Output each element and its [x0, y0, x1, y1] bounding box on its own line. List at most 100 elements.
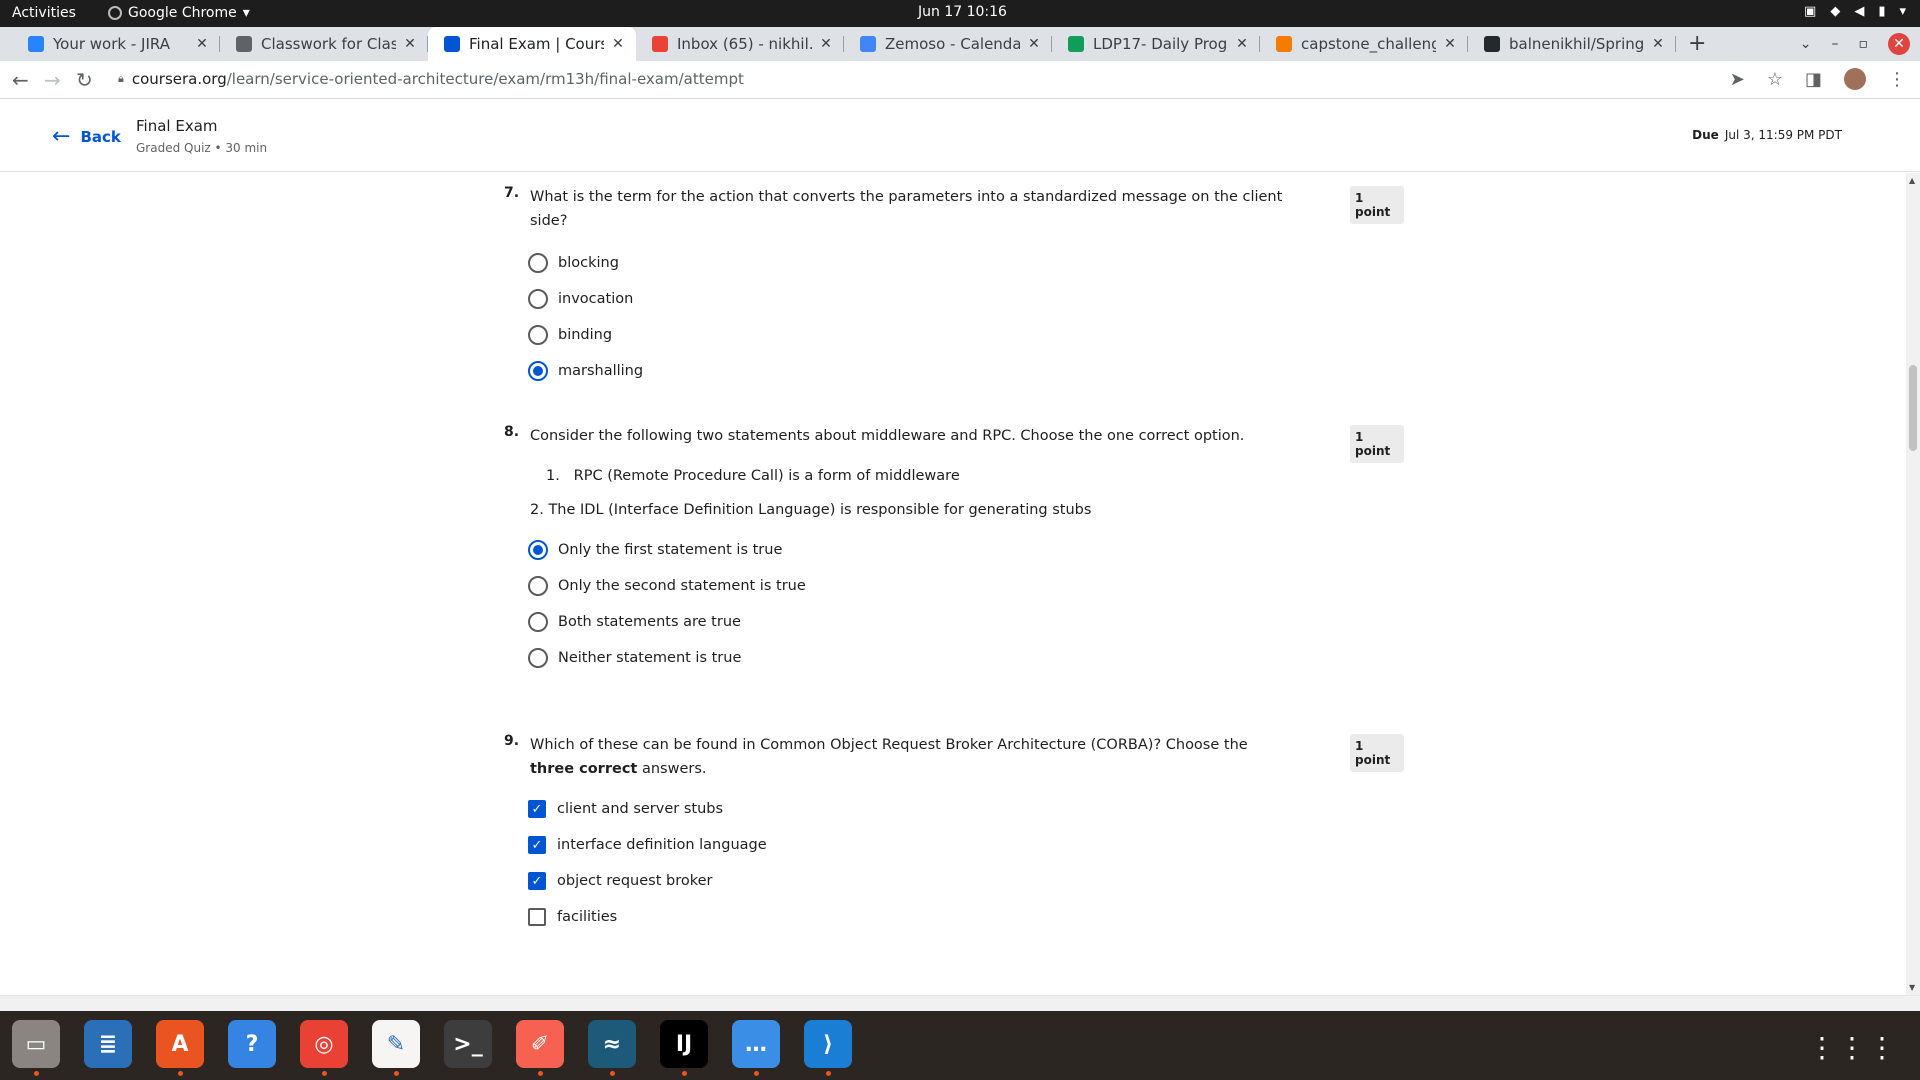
- due-label: Due: [1692, 128, 1719, 142]
- address-bar[interactable]: 🔒︎ coursera.org/learn/service-oriented-a…: [118, 70, 744, 88]
- running-indicator: [394, 1071, 399, 1076]
- browser-tab[interactable]: LDP17- Daily Progres ✕: [1052, 27, 1260, 61]
- tab-search-icon[interactable]: ⌄: [1800, 36, 1812, 52]
- radio-button[interactable]: [528, 325, 548, 345]
- tab-close-icon[interactable]: ✕: [818, 36, 834, 52]
- tab-title: LDP17- Daily Progres: [1093, 35, 1228, 53]
- radio-option[interactable]: marshalling: [528, 353, 1404, 389]
- back-arrow-icon[interactable]: ←: [12, 68, 29, 92]
- radio-option[interactable]: binding: [528, 317, 1404, 353]
- browser-tab[interactable]: Your work - JIRA ✕: [12, 27, 220, 61]
- minimize-button[interactable]: –: [1832, 36, 1839, 52]
- radio-option[interactable]: invocation: [528, 281, 1404, 317]
- caret-down-icon: ▾: [242, 5, 250, 21]
- chat-icon[interactable]: …: [732, 1020, 780, 1076]
- checkbox-option[interactable]: ✓ client and server stubs: [528, 791, 1404, 827]
- tab-close-icon[interactable]: ✕: [1026, 36, 1042, 52]
- mysql-workbench-icon[interactable]: ≈: [588, 1020, 636, 1076]
- checkbox-option[interactable]: ✓ object request broker: [528, 863, 1404, 899]
- radio-button[interactable]: [528, 540, 548, 560]
- scroll-down-icon[interactable]: ▼: [1909, 983, 1915, 992]
- browser-tab[interactable]: capstone_challenge ✕: [1260, 27, 1468, 61]
- url-host: coursera.org: [131, 70, 227, 88]
- forward-arrow-icon[interactable]: →: [44, 68, 61, 92]
- intellij-icon[interactable]: IJ: [660, 1020, 708, 1076]
- caret-down-icon[interactable]: ▾: [1899, 4, 1906, 19]
- files-icon[interactable]: ▭: [12, 1020, 60, 1076]
- radio-button[interactable]: [528, 361, 548, 381]
- checkbox[interactable]: ✓: [528, 800, 546, 818]
- horizontal-scrollbar[interactable]: [0, 995, 1920, 1011]
- question-9: 9. Which of these can be found in Common…: [504, 733, 1404, 935]
- send-icon[interactable]: ➤: [1730, 69, 1745, 90]
- quiz-content[interactable]: 7. What is the term for the action that …: [0, 173, 1906, 995]
- terminal-icon[interactable]: >_: [444, 1020, 492, 1068]
- radio-option[interactable]: Both statements are true: [528, 604, 1404, 640]
- jira-icon: [28, 36, 44, 52]
- tab-close-icon[interactable]: ✕: [610, 36, 626, 52]
- browser-tab[interactable]: Inbox (65) - nikhil.cha ✕: [636, 27, 844, 61]
- tab-close-icon[interactable]: ✕: [194, 36, 210, 52]
- app-menu[interactable]: Google Chrome ▾: [108, 5, 250, 21]
- exam-subtitle: Graded Quiz • 30 min: [136, 141, 268, 155]
- software-center-icon[interactable]: A: [156, 1020, 204, 1076]
- checkbox[interactable]: ✓: [528, 836, 546, 854]
- new-tab-button[interactable]: +: [1688, 31, 1706, 56]
- side-panel-icon[interactable]: ◨: [1805, 69, 1822, 90]
- activities-button[interactable]: Activities: [12, 5, 76, 21]
- radio-button[interactable]: [528, 612, 548, 632]
- exam-info: Final Exam Graded Quiz • 30 min: [136, 117, 267, 155]
- radio-button[interactable]: [528, 648, 548, 668]
- classroom-icon: [236, 36, 252, 52]
- tab-close-icon[interactable]: ✕: [1234, 36, 1250, 52]
- radio-option[interactable]: blocking: [528, 245, 1404, 281]
- close-window-button[interactable]: ✕: [1888, 33, 1910, 55]
- drawing-icon[interactable]: ✐: [516, 1020, 564, 1076]
- radio-option[interactable]: Only the second statement is true: [528, 568, 1404, 604]
- help-icon[interactable]: ?: [228, 1020, 276, 1068]
- tab-close-icon[interactable]: ✕: [1650, 36, 1666, 52]
- calendar-icon: [860, 36, 876, 52]
- battery-icon[interactable]: ▮: [1878, 4, 1885, 19]
- wifi-icon[interactable]: ◆: [1830, 4, 1840, 19]
- coursera-icon: [444, 36, 460, 52]
- checkbox[interactable]: [528, 908, 546, 926]
- radio-option[interactable]: Only the first statement is true: [528, 532, 1404, 568]
- system-tray[interactable]: ▣ ◆ ◀ ▮ ▾: [1804, 4, 1906, 19]
- writer-icon[interactable]: ≣: [84, 1020, 132, 1068]
- show-applications-icon[interactable]: ⋮⋮⋮: [1808, 1031, 1898, 1064]
- app-menu-label: Google Chrome: [128, 5, 237, 21]
- tab-close-icon[interactable]: ✕: [1442, 36, 1458, 52]
- profile-avatar[interactable]: [1844, 68, 1866, 90]
- vscode-icon[interactable]: ⟩: [804, 1020, 852, 1076]
- question-text: Which of these can be found in Common Ob…: [530, 733, 1290, 781]
- vertical-scrollbar[interactable]: ▲ ▼: [1906, 173, 1920, 995]
- browser-tab[interactable]: Final Exam | Coursera ✕: [428, 27, 636, 61]
- radio-option[interactable]: Neither statement is true: [528, 640, 1404, 676]
- option-label: object request broker: [557, 873, 713, 889]
- clock[interactable]: Jun 17 10:16: [918, 4, 1007, 20]
- radio-button[interactable]: [528, 253, 548, 273]
- restore-button[interactable]: ▫: [1859, 36, 1869, 52]
- checkbox[interactable]: ✓: [528, 872, 546, 890]
- browser-tab[interactable]: balnenikhil/Spring_A ✕: [1468, 27, 1676, 61]
- scroll-up-icon[interactable]: ▲: [1909, 176, 1915, 185]
- text-editor-icon[interactable]: ✎: [372, 1020, 420, 1076]
- tab-close-icon[interactable]: ✕: [402, 36, 418, 52]
- radio-button[interactable]: [528, 576, 548, 596]
- checkbox-option[interactable]: facilities: [528, 899, 1404, 935]
- back-label: Back: [80, 127, 121, 146]
- chrome-icon[interactable]: ◎: [300, 1020, 348, 1076]
- notification-icon[interactable]: ▣: [1804, 4, 1816, 19]
- kebab-menu-icon[interactable]: ⋮: [1888, 69, 1906, 90]
- reload-icon[interactable]: ↻: [76, 68, 93, 92]
- checkbox-option[interactable]: ✓ interface definition language: [528, 827, 1404, 863]
- radio-button[interactable]: [528, 289, 548, 309]
- bookmark-star-icon[interactable]: ☆: [1767, 69, 1783, 90]
- volume-icon[interactable]: ◀: [1854, 4, 1864, 19]
- running-indicator: [34, 1071, 39, 1076]
- back-button[interactable]: ← Back: [52, 124, 121, 149]
- browser-tab[interactable]: Classwork for Class o ✕: [220, 27, 428, 61]
- scrollbar-thumb[interactable]: [1909, 365, 1917, 451]
- browser-tab[interactable]: Zemoso - Calendar - V ✕: [844, 27, 1052, 61]
